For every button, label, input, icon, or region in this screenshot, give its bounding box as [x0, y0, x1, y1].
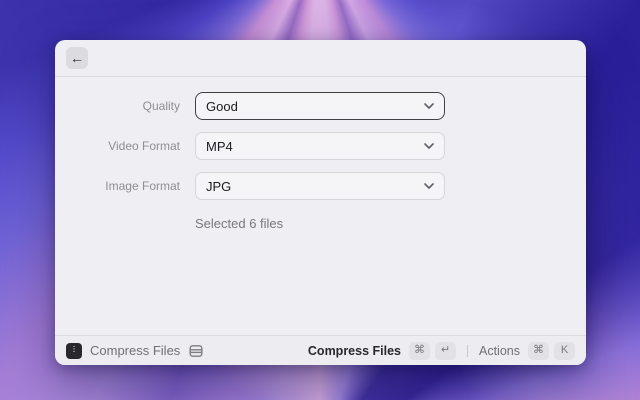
video-format-dropdown[interactable]: MP4 — [195, 132, 445, 160]
command-key-icon: ⌘ — [409, 342, 430, 360]
footer-divider — [467, 345, 468, 357]
quality-value: Good — [206, 99, 238, 114]
back-arrow-icon: ← — [70, 51, 84, 65]
primary-action-button[interactable]: Compress Files ⌘ ↵ — [308, 342, 456, 360]
window-footer: Compress Files Compress Files ⌘ ↵ Action… — [55, 335, 586, 365]
primary-action-label: Compress Files — [308, 344, 401, 358]
app-name: Compress Files — [90, 343, 180, 358]
chevron-down-icon — [424, 143, 434, 149]
quality-label: Quality — [55, 99, 195, 113]
compress-files-window: ← Quality Good Video Format MP4 Image Fo — [55, 40, 586, 365]
window-header: ← — [55, 40, 586, 77]
image-format-value: JPG — [206, 179, 231, 194]
chevron-down-icon — [424, 183, 434, 189]
footer-branding: Compress Files — [66, 343, 204, 359]
chevron-down-icon — [424, 103, 434, 109]
image-format-label: Image Format — [55, 179, 195, 193]
quality-dropdown[interactable]: Good — [195, 92, 445, 120]
form-row-image-format: Image Format JPG — [55, 172, 586, 200]
image-format-dropdown[interactable]: JPG — [195, 172, 445, 200]
return-key-icon: ↵ — [435, 342, 456, 360]
k-key-icon: K — [554, 342, 575, 360]
footer-actions: Compress Files ⌘ ↵ Actions ⌘ K — [308, 342, 575, 360]
actions-menu-button[interactable]: Actions ⌘ K — [479, 342, 575, 360]
compress-files-app-icon — [66, 343, 82, 359]
form: Quality Good Video Format MP4 Image Form… — [55, 77, 586, 231]
archive-icon — [188, 343, 204, 359]
actions-label: Actions — [479, 344, 520, 358]
video-format-label: Video Format — [55, 139, 195, 153]
video-format-value: MP4 — [206, 139, 233, 154]
back-button[interactable]: ← — [66, 47, 88, 69]
command-key-icon: ⌘ — [528, 342, 549, 360]
form-row-quality: Quality Good — [55, 92, 586, 120]
form-row-video-format: Video Format MP4 — [55, 132, 586, 160]
selected-files-status: Selected 6 files — [195, 216, 586, 231]
